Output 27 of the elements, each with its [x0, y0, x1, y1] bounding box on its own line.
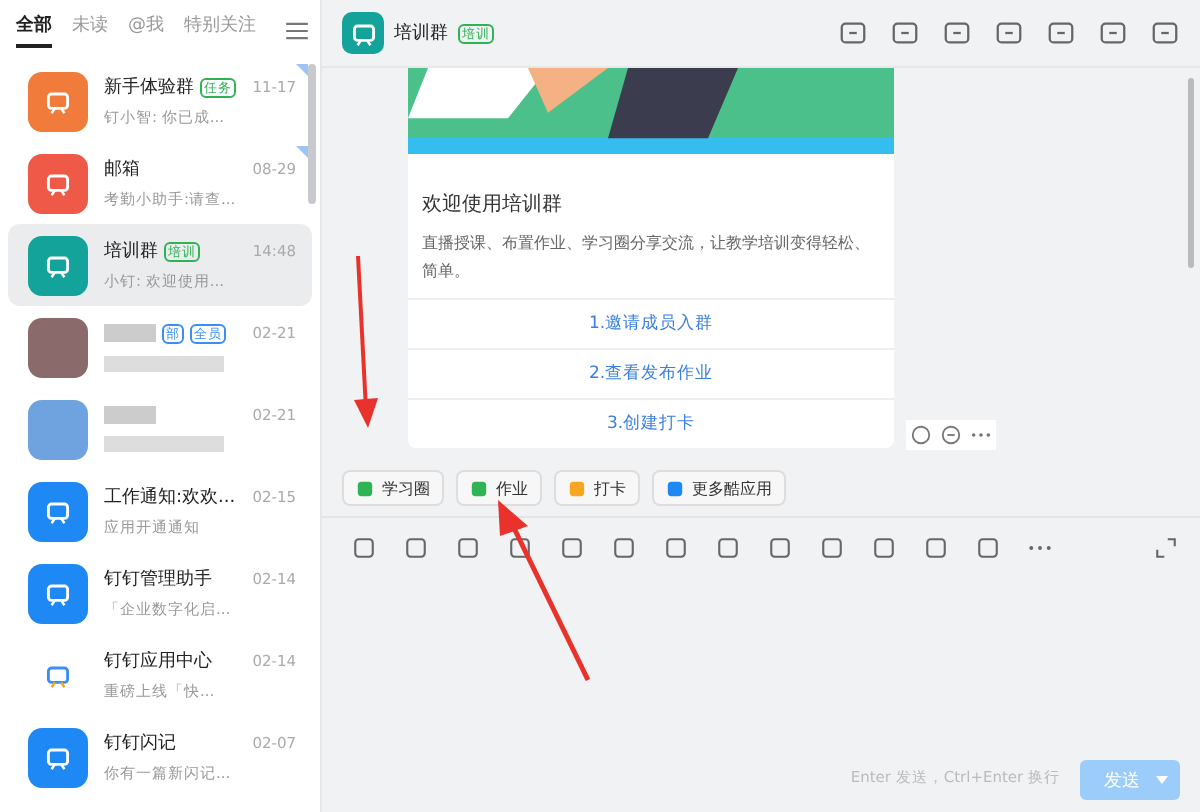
chat-name: 钉钉管理助手: [104, 567, 212, 592]
menu-icon[interactable]: [286, 21, 308, 39]
app-button[interactable]: 学习圈: [342, 470, 444, 506]
expand-icon[interactable]: [1152, 534, 1180, 562]
chat-name: 培训群: [104, 239, 158, 264]
chat-name: 工作通知:欢欢...: [104, 485, 236, 510]
filter-tab[interactable]: 全部: [16, 12, 52, 48]
card-link[interactable]: 1.邀请成员入群: [408, 298, 894, 348]
card-text: 直播授课、布置作业、学习圈分享交流，让教学培训变得轻松、简单。: [420, 232, 872, 284]
blurred-preview: [104, 355, 224, 371]
blurred-name: [104, 324, 156, 342]
chat-name: 钉钉闪记: [104, 731, 176, 756]
card-link[interactable]: 2.查看发布作业: [408, 348, 894, 398]
app-button[interactable]: 更多酷应用: [652, 470, 786, 506]
blurred-preview: [104, 436, 224, 452]
chat-name: 邮箱: [104, 157, 140, 182]
chat-title: 培训群: [394, 21, 448, 46]
card-title: 欢迎使用培训群: [420, 191, 564, 220]
app-button[interactable]: 打卡: [554, 470, 640, 506]
scrollbar[interactable]: [1188, 78, 1194, 268]
app-button[interactable]: 作业: [456, 470, 542, 506]
card-link[interactable]: 3.创建打卡: [408, 398, 894, 448]
chat-name: 钉钉应用中心: [104, 649, 212, 674]
scrollbar[interactable]: [308, 64, 316, 204]
group-avatar: [342, 12, 384, 54]
chat-name: 新手体验群: [104, 75, 194, 100]
blurred-name: [104, 406, 156, 424]
